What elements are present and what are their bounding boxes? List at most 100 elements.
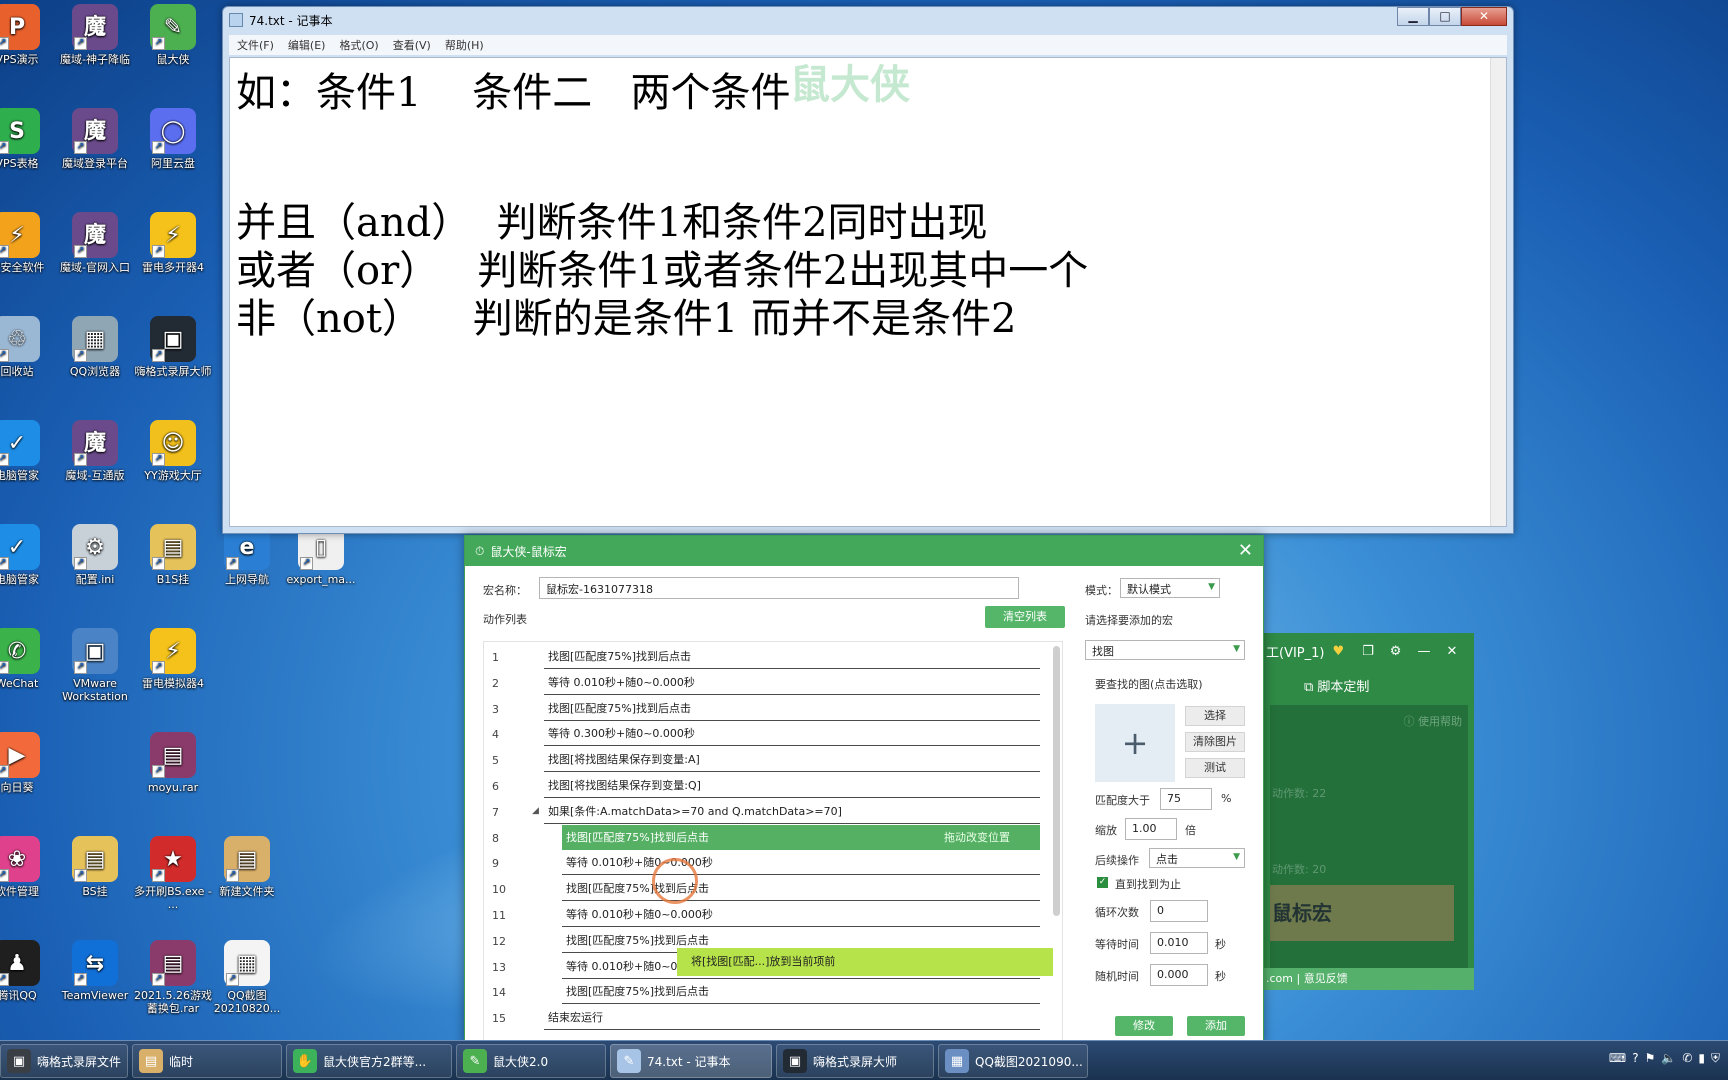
desktop-icon[interactable]: ⚙ ↗ 配置.ini xyxy=(56,524,134,586)
desktop-icon[interactable]: ◯ ↗ 阿里云盘 xyxy=(134,108,212,170)
vertical-scrollbar[interactable] xyxy=(1490,58,1506,526)
action-row[interactable]: 9 等待 0.010秒+随0~0.000秒 xyxy=(484,850,1050,876)
action-row[interactable]: 5 找图[将找图结果保存到变量:A] xyxy=(484,747,1050,773)
taskbar-item[interactable]: ▣ 嗨格式录屏文件 xyxy=(0,1044,128,1078)
gear-icon[interactable]: ⚙ xyxy=(1390,644,1402,659)
taskbar-item[interactable]: ✎ 74.txt - 记事本 xyxy=(610,1044,772,1078)
menu-view[interactable]: 查看(V) xyxy=(393,37,431,53)
action-row[interactable]: 3 找图[匹配度75%]找到后点击 xyxy=(484,696,1050,722)
action-row[interactable]: 14 找图[匹配度75%]找到后点击 xyxy=(484,979,1050,1005)
loop-input[interactable]: 0 xyxy=(1150,900,1208,922)
desktop-icon[interactable]: 魔 ↗ 魔域-官网入口 xyxy=(56,212,134,274)
desktop-icon[interactable]: ✓ ↗ 电脑管家 xyxy=(0,524,56,586)
taskbar-item[interactable]: ✋ 鼠大侠官方2群等... xyxy=(286,1044,452,1078)
list-scrollbar[interactable] xyxy=(1053,646,1060,916)
action-row[interactable]: 4 等待 0.300秒+随0~0.000秒 xyxy=(484,721,1050,747)
taskbar-item[interactable]: ▦ QQ截图2021090... xyxy=(938,1044,1088,1078)
action-row[interactable]: 11 等待 0.010秒+随0~0.000秒 xyxy=(484,902,1050,928)
help-link[interactable]: ⓘ 使用帮助 xyxy=(1404,713,1463,729)
taskbar-item[interactable]: ▣ 嗨格式录屏大师 xyxy=(776,1044,934,1078)
desktop-icon[interactable]: ✎ ↗ 鼠大侠 xyxy=(134,4,212,66)
side-panel-footer[interactable]: .com | 意见反馈 xyxy=(1264,968,1474,990)
desktop-icon[interactable]: ♲ ↗ 回收站 xyxy=(0,316,56,378)
until-found-label: 直到找到为止 xyxy=(1115,878,1181,891)
shield-icon[interactable]: ⛨ xyxy=(1711,1051,1720,1066)
minimize-button[interactable]: ▁ xyxy=(1397,7,1429,26)
desktop-icon[interactable]: ▦ ↗ QQ截图20210820... xyxy=(208,940,286,1015)
help-icon[interactable]: ? xyxy=(1632,1051,1638,1066)
random-time-input[interactable]: 0.000 xyxy=(1150,964,1208,986)
desktop-icon[interactable]: ▣ ↗ 嗨格式录屏大师 xyxy=(134,316,212,378)
chat-icon[interactable]: ✆ xyxy=(1682,1051,1692,1066)
network-icon[interactable]: ▮ xyxy=(1698,1051,1705,1066)
menu-format[interactable]: 格式(O) xyxy=(339,37,378,53)
action-row[interactable]: 6 找图[将找图结果保存到变量:Q] xyxy=(484,773,1050,799)
clear-list-button[interactable]: 清空列表 xyxy=(985,606,1065,628)
desktop-icon[interactable]: ★ ↗ 多开刷BS.exe - ... xyxy=(134,836,212,911)
close-icon[interactable]: ✕ xyxy=(1238,540,1253,561)
select-button[interactable]: 选择 xyxy=(1185,706,1245,726)
macro-type-select[interactable]: 找图 xyxy=(1085,640,1245,660)
action-row[interactable]: 10 找图[匹配度75%]找到后点击 xyxy=(484,876,1050,902)
scale-input[interactable]: 1.00 xyxy=(1125,818,1177,840)
desktop-icon[interactable]: ⇆ ↗ TeamViewer xyxy=(56,940,134,1002)
desktop-icon[interactable]: ▤ ↗ 2021.5.26游戏蓄换包.rar xyxy=(134,940,212,1015)
wait-input[interactable]: 0.010 xyxy=(1150,932,1208,954)
add-button[interactable]: 添加 xyxy=(1187,1016,1245,1036)
desktop-icon[interactable]: ⚡↗ 被安全软件 xyxy=(0,212,56,274)
menu-file[interactable]: 文件(F) xyxy=(237,37,274,53)
desktop-icon[interactable]: ✆ ↗ WeChat xyxy=(0,628,56,690)
close-button[interactable]: ✕ xyxy=(1461,7,1507,26)
desktop-icon[interactable]: ▤ ↗ moyu.rar xyxy=(134,732,212,794)
desktop-icon[interactable]: ⚡ ↗ 雷电多开器4 xyxy=(134,212,212,274)
menu-edit[interactable]: 编辑(E) xyxy=(288,37,326,53)
desktop-icon[interactable]: ☺ ↗ YY游戏大厅 xyxy=(134,420,212,482)
desktop-icon[interactable]: S↗ VPS表格 xyxy=(0,108,56,170)
minimize-icon[interactable]: — xyxy=(1417,644,1430,659)
macro-name-input[interactable]: 鼠标宏-1631077318 xyxy=(539,577,1019,599)
after-action-select[interactable]: 点击 xyxy=(1149,848,1245,868)
desktop-icon[interactable]: ▣ ↗ VMware Workstation xyxy=(56,628,134,703)
macro-strip[interactable]: 鼠标宏 xyxy=(1270,885,1454,941)
desktop-icon[interactable]: ♟ ↗ 腾讯QQ xyxy=(0,940,56,1002)
add-image-icon[interactable]: + xyxy=(1095,704,1175,782)
action-row[interactable]: 15 结束宏运行 xyxy=(484,1005,1050,1031)
desktop-icon[interactable]: ❀ ↗ 软件管理 xyxy=(0,836,56,898)
action-row[interactable]: 8 找图[匹配度75%]找到后点击 拖动改变位置 xyxy=(484,824,1050,851)
clear-image-button[interactable]: 清除图片 xyxy=(1185,732,1245,752)
desktop-icon[interactable]: ⚡ ↗ 雷电模拟器4 xyxy=(134,628,212,690)
collapse-toggle-icon[interactable]: ◢ xyxy=(532,806,539,816)
taskbar-item[interactable]: ▤ 临时 xyxy=(132,1044,282,1078)
desktop-icon[interactable]: ▶ ↗ 向日葵 xyxy=(0,732,56,794)
notepad-text-area[interactable]: 鼠大侠 如：条件1 条件二 两个条件 并且（and） 判断条件1和条件2同时出现… xyxy=(229,57,1507,527)
restore-icon[interactable]: ❐ xyxy=(1362,644,1374,659)
desktop-icon[interactable]: 魔 ↗ 魔域-互通版 xyxy=(56,420,134,482)
desktop-icon[interactable]: ✓ ↗ 电脑管家 xyxy=(0,420,56,482)
notepad-titlebar[interactable]: 74.txt - 记事本 xyxy=(223,7,1513,33)
volume-icon[interactable]: 🔈 xyxy=(1661,1051,1676,1066)
flag-icon[interactable]: ⚑ xyxy=(1645,1051,1656,1066)
desktop-icon[interactable]: 魔 ↗ 魔域-神子降临 xyxy=(56,4,134,66)
desktop-icon[interactable]: ▤ ↗ B1S挂 xyxy=(134,524,212,586)
menu-help[interactable]: 帮助(H) xyxy=(445,37,484,53)
desktop-icon[interactable]: 魔 ↗ 魔域登录平台 xyxy=(56,108,134,170)
mode-select[interactable]: 默认模式 xyxy=(1120,578,1220,598)
test-button[interactable]: 测试 xyxy=(1185,758,1245,778)
desktop-icon[interactable]: ▤ ↗ BS挂 xyxy=(56,836,134,898)
desktop-icon[interactable]: ▤ ↗ 新建文件夹 xyxy=(208,836,286,898)
keyboard-icon[interactable]: ⌨ xyxy=(1609,1051,1626,1066)
taskbar-item[interactable]: ✎ 鼠大侠2.0 xyxy=(456,1044,606,1078)
match-input[interactable]: 75 xyxy=(1160,788,1212,810)
modify-button[interactable]: 修改 xyxy=(1115,1016,1173,1036)
shortcut-arrow-icon: ↗ xyxy=(152,869,165,882)
action-row[interactable]: 2 等待 0.010秒+随0~0.000秒 xyxy=(484,670,1050,696)
desktop-icon[interactable]: P↗ VPS演示 xyxy=(0,4,56,66)
tab-script-custom[interactable]: ⧉ 脚本定制 xyxy=(1264,673,1474,703)
action-row[interactable]: 7 ◢ 如果[条件:A.matchData>=70 and Q.matchData>… xyxy=(484,799,1050,825)
maximize-button[interactable]: □ xyxy=(1429,7,1461,26)
desktop-icon[interactable]: ▦ ↗ QQ浏览器 xyxy=(56,316,134,378)
close-icon[interactable]: ✕ xyxy=(1446,644,1457,659)
action-row[interactable]: 1 找图[匹配度75%]找到后点击 xyxy=(484,644,1050,670)
macro-titlebar[interactable]: ⏱ 鼠大侠-鼠标宏 ✕ xyxy=(465,536,1263,566)
until-found-checkbox[interactable]: ✓ xyxy=(1097,877,1108,888)
